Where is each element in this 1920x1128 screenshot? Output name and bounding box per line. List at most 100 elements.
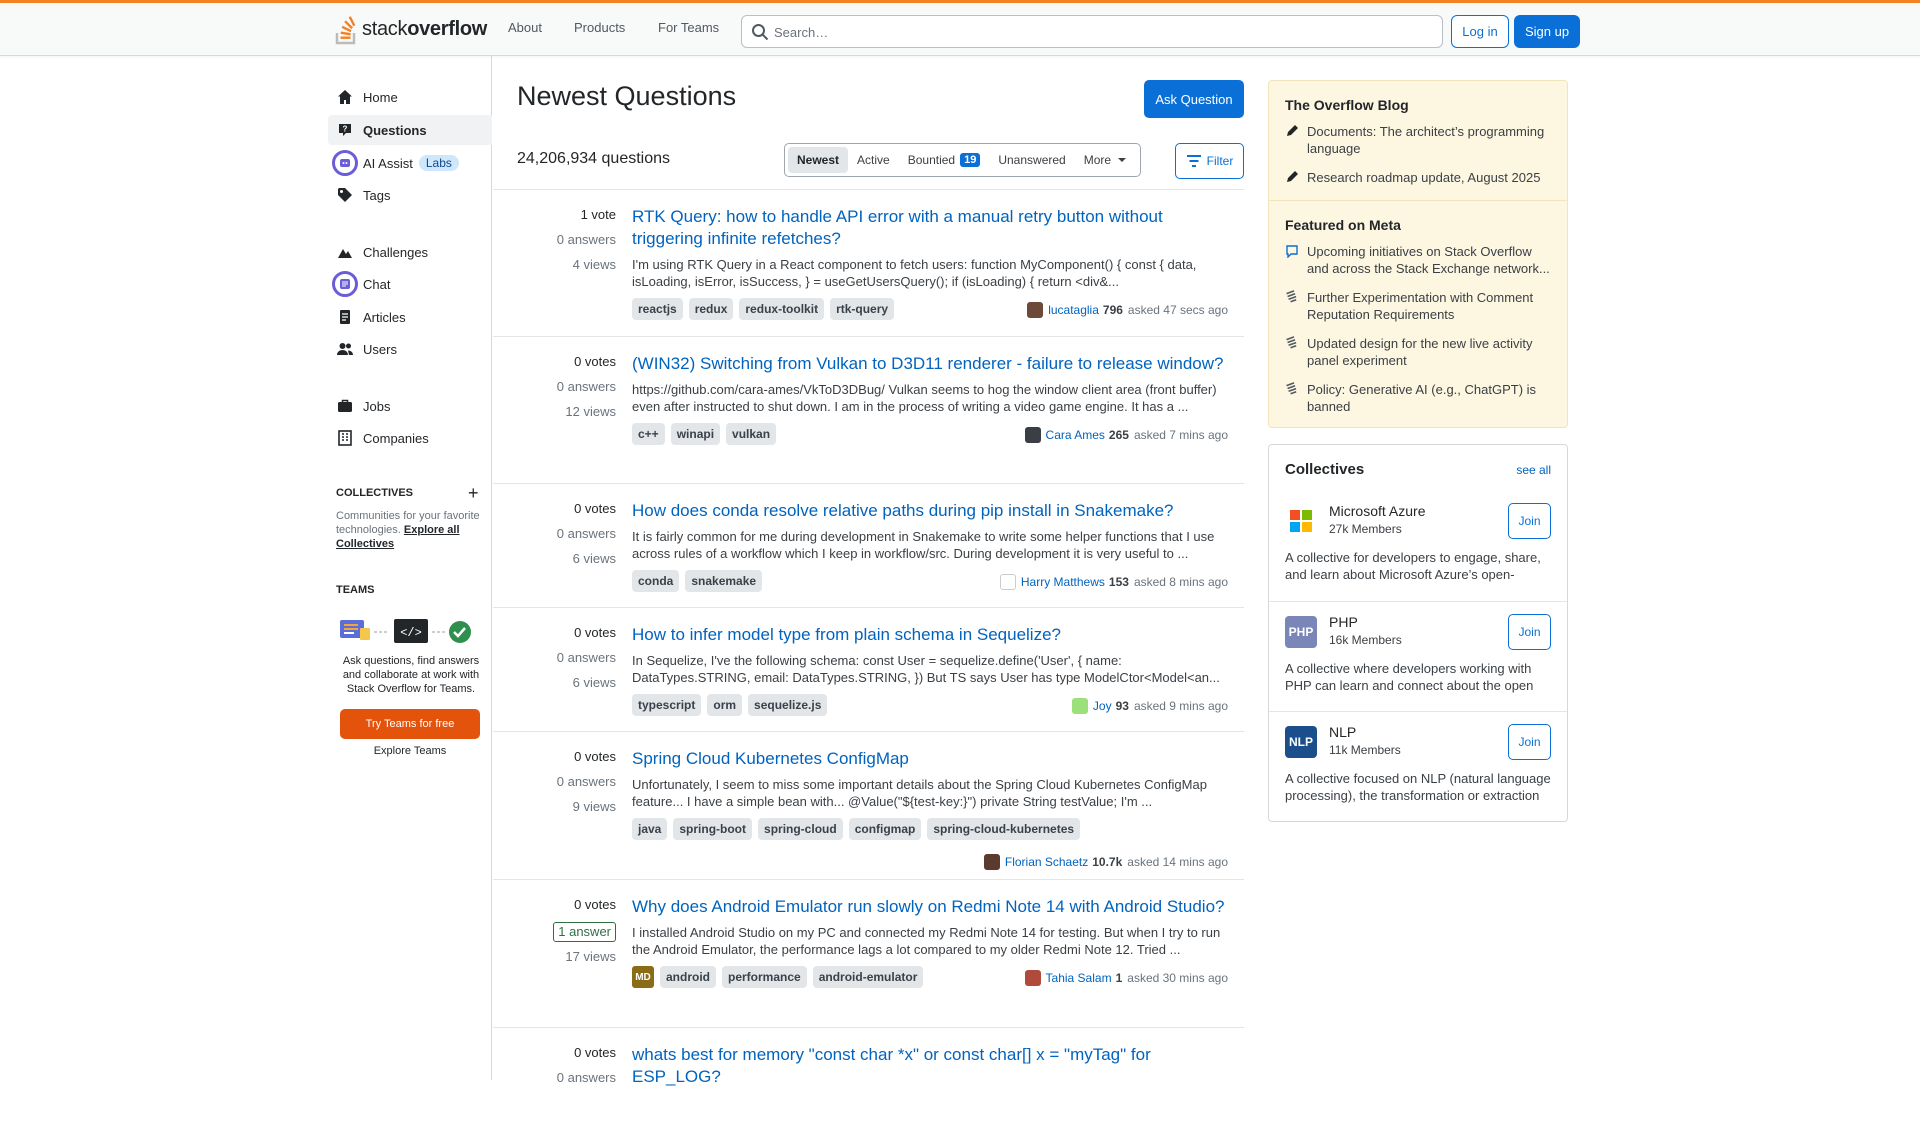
avatar[interactable] [999, 574, 1016, 590]
question-title-link[interactable]: Why does Android Emulator run slowly on … [632, 896, 1228, 918]
question-title-link[interactable]: Spring Cloud Kubernetes ConfigMap [632, 748, 1228, 770]
collective-name[interactable]: Microsoft Azure [1329, 503, 1425, 519]
tag[interactable]: java [632, 818, 668, 840]
join-button[interactable]: Join [1508, 503, 1551, 539]
user-card: Cara Ames 265 asked 7 mins ago [1024, 427, 1228, 443]
sidebar-item-label: Questions [363, 122, 427, 138]
user-name-link[interactable]: Harry Matthews [1021, 575, 1105, 589]
sidebar-item-companies[interactable]: Companies [328, 423, 492, 453]
asked-time[interactable]: asked 14 mins ago [1127, 855, 1228, 869]
nav-for-teams[interactable]: For Teams [658, 20, 719, 35]
join-button[interactable]: Join [1508, 724, 1551, 760]
tag[interactable]: performance [722, 966, 807, 988]
asked-time[interactable]: asked 8 mins ago [1134, 575, 1228, 589]
question-title-link[interactable]: (WIN32) Switching from Vulkan to D3D11 r… [632, 353, 1228, 375]
user-name-link[interactable]: lucataglia [1048, 303, 1099, 317]
meta-item[interactable]: Updated design for the new live activity… [1269, 335, 1567, 369]
search-box[interactable] [741, 15, 1443, 48]
tag[interactable]: rtk-query [830, 298, 895, 320]
asked-time[interactable]: asked 7 mins ago [1134, 428, 1228, 442]
tag[interactable]: spring-cloud-kubernetes [927, 818, 1081, 840]
tag[interactable]: c++ [632, 423, 665, 445]
collective-description: A collective for developers to engage, s… [1285, 550, 1541, 582]
question-title-link[interactable]: RTK Query: how to handle API error with … [632, 206, 1228, 250]
answer-count: 0 answers [556, 379, 616, 394]
tab-label: Newest [797, 153, 840, 167]
filter-button[interactable]: Filter [1175, 143, 1244, 179]
page-title: Newest Questions [517, 81, 737, 111]
tag[interactable]: android [660, 966, 716, 988]
question-list: 1 vote 0 answers 4 views RTK Query: how … [493, 189, 1244, 1128]
tab-unanswered[interactable]: Unanswered [989, 147, 1074, 173]
sidebar-item-users[interactable]: Users [328, 334, 492, 364]
avatar[interactable] [1071, 698, 1088, 714]
ask-question-button[interactable]: Ask Question [1144, 80, 1244, 118]
user-name-link[interactable]: Cara Ames [1046, 428, 1105, 442]
try-teams-button[interactable]: Try Teams for free [340, 709, 480, 739]
meta-item[interactable]: Further Experimentation with Comment Rep… [1269, 289, 1567, 323]
join-button[interactable]: Join [1508, 614, 1551, 650]
tag[interactable]: snakemake [685, 570, 763, 592]
asked-time[interactable]: asked 47 secs ago [1128, 303, 1228, 317]
tag[interactable]: winapi [670, 423, 721, 445]
tag[interactable]: conda [632, 570, 680, 592]
asked-time[interactable]: asked 30 mins ago [1127, 971, 1228, 985]
user-name-link[interactable]: Joy [1093, 699, 1112, 713]
tag[interactable]: reactjs [632, 298, 683, 320]
briefcase-icon [336, 397, 354, 415]
signup-button[interactable]: Sign up [1514, 15, 1580, 48]
collective-members: 16k Members [1329, 633, 1402, 647]
php-logo[interactable]: PHP [1285, 616, 1317, 648]
meta-item[interactable]: Policy: Generative AI (e.g., ChatGPT) is… [1269, 381, 1567, 415]
tag[interactable]: vulkan [726, 423, 777, 445]
question-title-link[interactable]: How to infer model type from plain schem… [632, 624, 1228, 646]
asked-time[interactable]: asked 9 mins ago [1134, 699, 1228, 713]
collective-badge[interactable]: MD [632, 966, 654, 988]
pencil-icon [1285, 123, 1307, 157]
explore-teams-link[interactable]: Explore Teams [336, 745, 484, 757]
tag[interactable]: redux-toolkit [739, 298, 825, 320]
sidebar-item-ai-assist[interactable]: AI Assist Labs [328, 148, 492, 178]
avatar[interactable] [1024, 427, 1041, 443]
microsoft-logo[interactable] [1285, 505, 1317, 537]
sidebar-item-jobs[interactable]: Jobs [328, 391, 492, 421]
tag[interactable]: orm [707, 694, 743, 716]
avatar[interactable] [1027, 302, 1044, 318]
blog-item[interactable]: Documents: The architect’s programming l… [1269, 123, 1567, 157]
tag[interactable]: spring-cloud [758, 818, 843, 840]
avatar[interactable] [983, 854, 1000, 870]
sidebar-item-chat[interactable]: Chat [328, 269, 492, 299]
question-title-link[interactable]: whats best for memory "const char *x" or… [632, 1044, 1228, 1088]
nav-products[interactable]: Products [574, 20, 625, 35]
nlp-logo[interactable]: NLP [1285, 726, 1317, 758]
stackoverflow-logo[interactable]: stackoverflow [334, 11, 487, 47]
user-name-link[interactable]: Tahia Salam [1046, 971, 1112, 985]
collective-name[interactable]: NLP [1329, 724, 1356, 740]
tab-newest[interactable]: Newest [788, 147, 849, 173]
add-collective-icon[interactable]: + [468, 483, 479, 504]
collective-name[interactable]: PHP [1329, 614, 1358, 630]
tab-bountied[interactable]: Bountied 19 [899, 147, 990, 173]
question-title-link[interactable]: How does conda resolve relative paths du… [632, 500, 1228, 522]
sidebar-item-challenges[interactable]: Challenges [328, 237, 492, 267]
blog-item[interactable]: Research roadmap update, August 2025 [1269, 169, 1567, 188]
avatar[interactable] [1024, 970, 1041, 986]
tab-active[interactable]: Active [848, 147, 899, 173]
tag[interactable]: android-emulator [812, 966, 924, 988]
tab-more[interactable]: More [1075, 147, 1137, 173]
see-all-link[interactable]: see all [1516, 463, 1551, 477]
sidebar-item-articles[interactable]: Articles [328, 302, 492, 332]
tag[interactable]: sequelize.js [748, 694, 828, 716]
nav-about[interactable]: About [508, 20, 542, 35]
tag[interactable]: typescript [632, 694, 702, 716]
sidebar-item-home[interactable]: Home [328, 82, 492, 112]
tag[interactable]: redux [688, 298, 734, 320]
tag[interactable]: spring-boot [673, 818, 753, 840]
tag[interactable]: configmap [848, 818, 922, 840]
sidebar-item-tags[interactable]: Tags [328, 180, 492, 210]
login-button[interactable]: Log in [1451, 15, 1509, 48]
user-name-link[interactable]: Florian Schaetz [1005, 855, 1088, 869]
meta-item[interactable]: Upcoming initiatives on Stack Overflow a… [1269, 243, 1567, 277]
sidebar-item-questions[interactable]: ? Questions [328, 115, 492, 145]
search-input[interactable] [774, 22, 1424, 42]
